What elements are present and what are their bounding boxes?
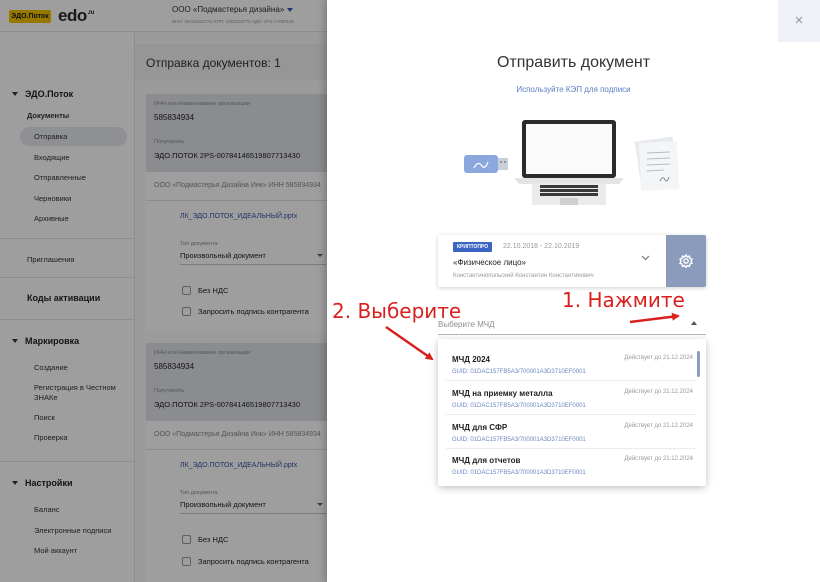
dropdown-scrollbar[interactable] bbox=[697, 351, 700, 377]
mcd-option-validity: Действует до 21.12.2024 bbox=[624, 423, 693, 429]
chevron-down-icon[interactable] bbox=[641, 255, 650, 261]
annotation-step2: 2. Выберите bbox=[332, 299, 462, 323]
mcd-option[interactable]: МЧД на приемку металла Действует до 21.1… bbox=[438, 379, 700, 412]
close-button[interactable]: × bbox=[778, 0, 820, 42]
mcd-option-guid: GUID: 01DAC157FB5A3/700001A3D3710EF0001 bbox=[452, 437, 586, 443]
usb-token-icon bbox=[464, 155, 508, 173]
laptop-icon bbox=[514, 120, 624, 205]
gear-icon bbox=[679, 253, 693, 269]
mcd-option[interactable]: МЧД для СФР Действует до 21.12.2024 GUID… bbox=[438, 413, 700, 446]
mcd-option-name: МЧД на приемку металла bbox=[452, 389, 553, 398]
certificate-name: «Физическое лицо» bbox=[453, 258, 526, 267]
certificate-holder: Константинопольский Константин Константи… bbox=[453, 273, 594, 279]
chevron-up-icon[interactable] bbox=[691, 321, 697, 325]
mcd-dropdown: МЧД 2024 Действует до 21.12.2024 GUID: 0… bbox=[438, 339, 706, 486]
modal-title: Отправить документ bbox=[496, 54, 651, 71]
mcd-option-validity: Действует до 21.12.2024 bbox=[624, 456, 693, 462]
mcd-option-validity: Действует до 21.12.2024 bbox=[624, 355, 693, 361]
cryptopro-badge: КРИПТОПРО bbox=[453, 242, 493, 252]
mcd-option[interactable]: МЧД 2024 Действует до 21.12.2024 GUID: 0… bbox=[438, 345, 700, 378]
laptop-signature-illustration bbox=[464, 120, 680, 205]
signed-document-icon bbox=[634, 136, 680, 191]
mcd-option-name: МЧД для отчетов bbox=[452, 456, 521, 465]
annotation-step1: 1. Нажмите bbox=[562, 288, 685, 312]
mcd-option-guid: GUID: 01DAC157FB5A3/700001A3D3710EF0001 bbox=[452, 470, 586, 476]
certificate-settings-button[interactable] bbox=[666, 235, 706, 287]
mcd-option-guid: GUID: 01DAC157FB5A3/700001A3D3710EF0001 bbox=[452, 369, 586, 375]
mcd-option-validity: Действует до 21.12.2024 bbox=[624, 389, 693, 395]
mcd-option-name: МЧД 2024 bbox=[452, 355, 491, 364]
mcd-select-underline bbox=[438, 334, 706, 335]
modal-subtitle: Используйте КЭП для подписи bbox=[516, 85, 631, 94]
mcd-option[interactable]: МЧД для отчетов Действует до 21.12.2024 … bbox=[438, 446, 700, 479]
mcd-option-guid: GUID: 01DAC157FB5A3/700001A3D3710EF0001 bbox=[452, 403, 586, 409]
certificate-dates: 22.10.2018 - 22.10.2019 bbox=[503, 243, 580, 250]
mcd-option-name: МЧД для СФР bbox=[452, 423, 508, 432]
